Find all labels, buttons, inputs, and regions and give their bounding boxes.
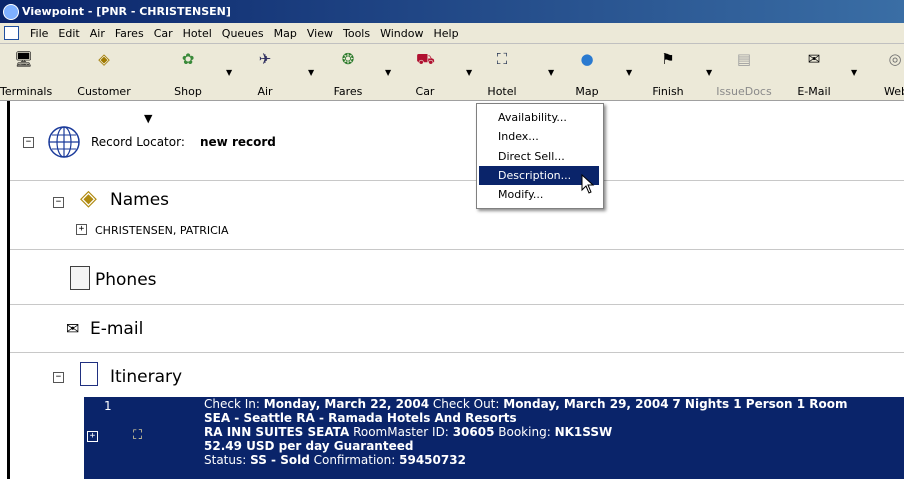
menu-item-index[interactable]: Index... bbox=[479, 127, 599, 146]
itinerary-hotel-segment[interactable]: 1 + ⛶ Check In: Monday, March 22, 2004 C… bbox=[84, 397, 904, 479]
air-button[interactable]: ✈ Air bbox=[248, 44, 282, 100]
hotel-dropdown-arrow[interactable]: ▼ bbox=[548, 68, 554, 77]
names-section: − ◈ Names + CHRISTENSEN, PATRICIA bbox=[10, 181, 904, 250]
tag-icon: ◈ bbox=[80, 186, 97, 211]
name-entry[interactable]: CHRISTENSEN, PATRICIA bbox=[95, 224, 229, 237]
email-button[interactable]: ✉ E-Mail bbox=[794, 44, 834, 100]
issuedocs-button[interactable]: ▤ IssueDocs bbox=[716, 44, 772, 100]
itinerary-heading: Itinerary bbox=[110, 367, 183, 387]
customer-button[interactable]: ◈ Customer bbox=[76, 44, 132, 100]
shop-icon: ✿ bbox=[181, 50, 195, 68]
email-icon: ✉ bbox=[807, 50, 821, 68]
email-section-icon: ✉ bbox=[66, 319, 80, 338]
car-icon: ⛟ bbox=[416, 50, 435, 68]
finish-flag-icon: ⚑ bbox=[661, 50, 675, 68]
segment-number: 1 bbox=[104, 399, 112, 413]
record-collapse-toggle[interactable]: − bbox=[23, 137, 34, 148]
tag-icon: ◈ bbox=[98, 50, 110, 68]
terminal-icon: 🖥 bbox=[14, 50, 34, 68]
menu-queues[interactable]: Queues bbox=[217, 27, 269, 40]
record-locator-value: new record bbox=[200, 135, 276, 149]
names-collapse-toggle[interactable]: − bbox=[53, 197, 64, 208]
web-icon: ◎ bbox=[888, 50, 902, 68]
menu-bar: File Edit Air Fares Car Hotel Queues Map… bbox=[0, 23, 904, 44]
menu-window[interactable]: Window bbox=[375, 27, 428, 40]
finish-dropdown-arrow[interactable]: ▼ bbox=[706, 68, 712, 77]
terminals-button[interactable]: 🖥 Terminals bbox=[0, 44, 52, 100]
globe-icon: ● bbox=[580, 50, 594, 68]
menu-car[interactable]: Car bbox=[149, 27, 178, 40]
web-button[interactable]: ◎ Web bbox=[874, 44, 904, 100]
menu-file[interactable]: File bbox=[25, 27, 53, 40]
phones-section: Phones bbox=[10, 250, 904, 305]
hotel-location: SEA - Seattle RA - Ramada Hotels And Res… bbox=[204, 411, 517, 425]
menu-help[interactable]: Help bbox=[428, 27, 463, 40]
title-bar: Viewpoint - [PNR - CHRISTENSEN] bbox=[0, 0, 904, 23]
phones-heading: Phones bbox=[95, 270, 157, 290]
finish-button[interactable]: ⚑ Finish bbox=[648, 44, 688, 100]
record-locator-label: Record Locator: bbox=[91, 135, 185, 149]
document-icon[interactable] bbox=[4, 26, 19, 40]
fares-icon: ❂ bbox=[341, 50, 355, 68]
record-locator-section: − Record Locator: new record bbox=[10, 101, 904, 181]
fares-dropdown-arrow[interactable]: ▼ bbox=[385, 68, 391, 77]
email-dropdown-arrow[interactable]: ▼ bbox=[851, 68, 857, 77]
menu-edit[interactable]: Edit bbox=[53, 27, 84, 40]
hotel-dropdown-menu: Availability... Index... Direct Sell... … bbox=[476, 103, 604, 209]
map-dropdown-arrow[interactable]: ▼ bbox=[626, 68, 632, 77]
air-dropdown-arrow[interactable]: ▼ bbox=[308, 68, 314, 77]
map-button[interactable]: ● Map bbox=[570, 44, 604, 100]
menu-hotel[interactable]: Hotel bbox=[178, 27, 217, 40]
menu-item-availability[interactable]: Availability... bbox=[479, 108, 599, 127]
hotel-name: RA INN SUITES SEATA bbox=[204, 425, 350, 439]
hotel-rate: 52.49 USD per day Guaranteed bbox=[204, 439, 414, 453]
hotel-button[interactable]: ⛶ Hotel bbox=[485, 44, 519, 100]
itinerary-document-icon bbox=[80, 362, 98, 386]
phonebook-icon bbox=[70, 266, 90, 290]
email-heading: E-mail bbox=[90, 319, 144, 339]
itinerary-collapse-toggle[interactable]: − bbox=[53, 372, 64, 383]
shop-dropdown-arrow[interactable]: ▼ bbox=[226, 68, 232, 77]
menu-tools[interactable]: Tools bbox=[338, 27, 375, 40]
menu-map[interactable]: Map bbox=[269, 27, 302, 40]
names-heading: Names bbox=[110, 190, 170, 210]
itinerary-section: − Itinerary bbox=[10, 353, 904, 396]
hotel-icon: ⛶ bbox=[133, 428, 143, 443]
toolbar: 🖥 Terminals ◈ Customer ▼ ✿ Shop ▼ ✈ Air … bbox=[0, 44, 904, 125]
menu-item-direct-sell[interactable]: Direct Sell... bbox=[479, 147, 599, 166]
menu-view[interactable]: View bbox=[302, 27, 338, 40]
mouse-cursor-icon bbox=[581, 173, 595, 197]
fares-button[interactable]: ❂ Fares bbox=[328, 44, 368, 100]
car-dropdown-arrow[interactable]: ▼ bbox=[466, 68, 472, 77]
app-icon bbox=[3, 3, 19, 20]
issue-docs-icon: ▤ bbox=[736, 50, 752, 68]
menu-fares[interactable]: Fares bbox=[110, 27, 149, 40]
shop-button[interactable]: ✿ Shop bbox=[168, 44, 208, 100]
email-section: ✉ E-mail bbox=[10, 305, 904, 353]
window-title: Viewpoint - [PNR - CHRISTENSEN] bbox=[22, 5, 231, 18]
airplane-icon: ✈ bbox=[258, 50, 272, 68]
menu-air[interactable]: Air bbox=[85, 27, 110, 40]
segment-expand-toggle[interactable]: + bbox=[87, 431, 98, 442]
hotel-icon: ⛶ bbox=[496, 50, 508, 68]
globe-icon bbox=[47, 125, 81, 159]
name-expand-toggle[interactable]: + bbox=[76, 224, 87, 235]
car-button[interactable]: ⛟ Car bbox=[410, 44, 440, 100]
